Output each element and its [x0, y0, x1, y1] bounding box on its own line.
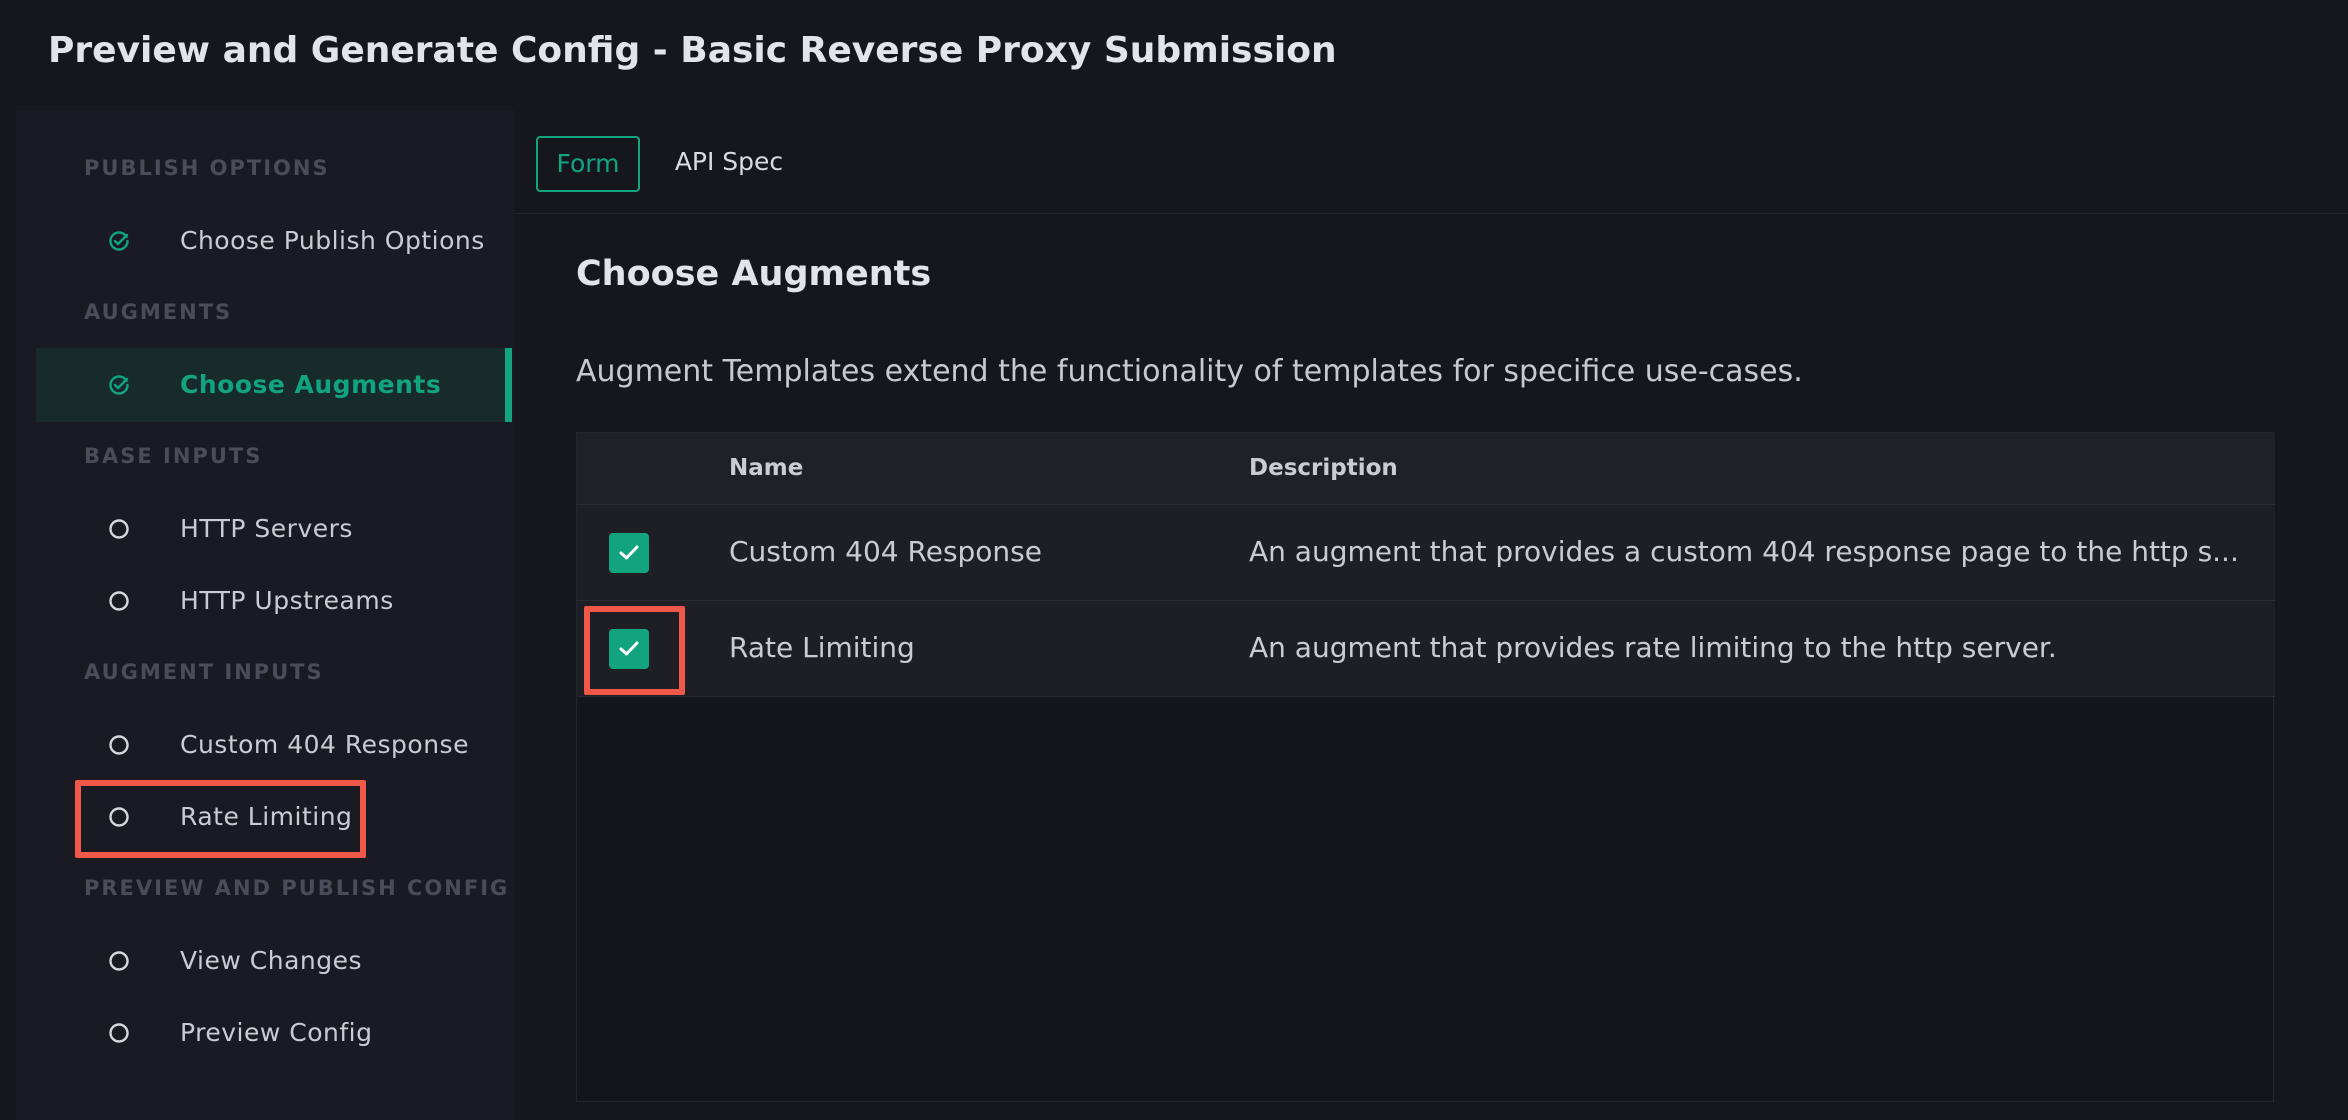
circle-icon	[109, 591, 129, 611]
table-header: Name Description	[577, 433, 2275, 505]
checkmark-icon	[619, 545, 639, 560]
row-description: An augment that provides a custom 404 re…	[1249, 535, 2239, 568]
sidebar-item-rate-limiting[interactable]: Rate Limiting	[36, 780, 512, 854]
sidebar-item-label: Custom 404 Response	[180, 730, 469, 759]
tab-api-spec[interactable]: API Spec	[664, 136, 794, 192]
circle-icon	[109, 519, 129, 539]
circle-icon	[109, 807, 129, 827]
sidebar: PUBLISH OPTIONS Choose Publish Options A…	[16, 110, 514, 1120]
augments-table: Name Description Custom 404 Response An …	[576, 432, 2275, 1102]
section-label-augments: AUGMENTS	[84, 300, 233, 324]
active-indicator	[505, 348, 512, 422]
tab-form[interactable]: Form	[536, 136, 640, 192]
column-header-name: Name	[729, 455, 804, 481]
table-row[interactable]: Rate Limiting An augment that provides r…	[577, 601, 2275, 697]
sidebar-item-custom-404-response[interactable]: Custom 404 Response	[36, 708, 512, 782]
column-header-description: Description	[1249, 455, 1398, 481]
circle-icon	[109, 1023, 129, 1043]
sidebar-item-view-changes[interactable]: View Changes	[36, 924, 512, 998]
sidebar-item-http-servers[interactable]: HTTP Servers	[36, 492, 512, 566]
sidebar-item-label: Choose Augments	[180, 370, 442, 399]
section-description: Augment Templates extend the functionali…	[576, 354, 1803, 389]
check-circle-icon	[109, 375, 129, 395]
row-description: An augment that provides rate limiting t…	[1249, 631, 2057, 664]
main-content: Form API Spec Choose Augments Augment Te…	[514, 110, 2348, 1120]
section-title: Choose Augments	[576, 254, 932, 294]
sidebar-item-http-upstreams[interactable]: HTTP Upstreams	[36, 564, 512, 638]
row-name: Custom 404 Response	[729, 535, 1042, 568]
row-name: Rate Limiting	[729, 631, 915, 664]
page-header: Preview and Generate Config - Basic Reve…	[0, 0, 2348, 110]
check-circle-icon	[109, 231, 129, 251]
sidebar-item-label: HTTP Upstreams	[180, 586, 394, 615]
page-title: Preview and Generate Config - Basic Reve…	[48, 30, 1337, 71]
section-label-preview-and-publish-config: PREVIEW AND PUBLISH CONFIG	[84, 876, 510, 900]
circle-icon	[109, 735, 129, 755]
row-checkbox[interactable]	[609, 629, 649, 669]
section-label-publish-options: PUBLISH OPTIONS	[84, 156, 330, 180]
section-label-base-inputs: BASE INPUTS	[84, 444, 263, 468]
sidebar-item-label: View Changes	[180, 946, 363, 975]
sidebar-item-label: Preview Config	[180, 1018, 373, 1047]
sidebar-item-label: Rate Limiting	[180, 802, 353, 831]
section-label-augment-inputs: AUGMENT INPUTS	[84, 660, 324, 684]
checkmark-icon	[619, 641, 639, 656]
circle-icon	[109, 951, 129, 971]
sidebar-item-label: Choose Publish Options	[180, 226, 485, 255]
sidebar-item-label: HTTP Servers	[180, 514, 353, 543]
table-row[interactable]: Custom 404 Response An augment that prov…	[577, 505, 2275, 601]
sidebar-item-choose-publish-options[interactable]: Choose Publish Options	[36, 204, 512, 278]
row-checkbox[interactable]	[609, 533, 649, 573]
tab-bar: Form API Spec	[514, 110, 2348, 214]
sidebar-item-choose-augments[interactable]: Choose Augments	[36, 348, 512, 422]
sidebar-item-preview-config[interactable]: Preview Config	[36, 996, 512, 1070]
